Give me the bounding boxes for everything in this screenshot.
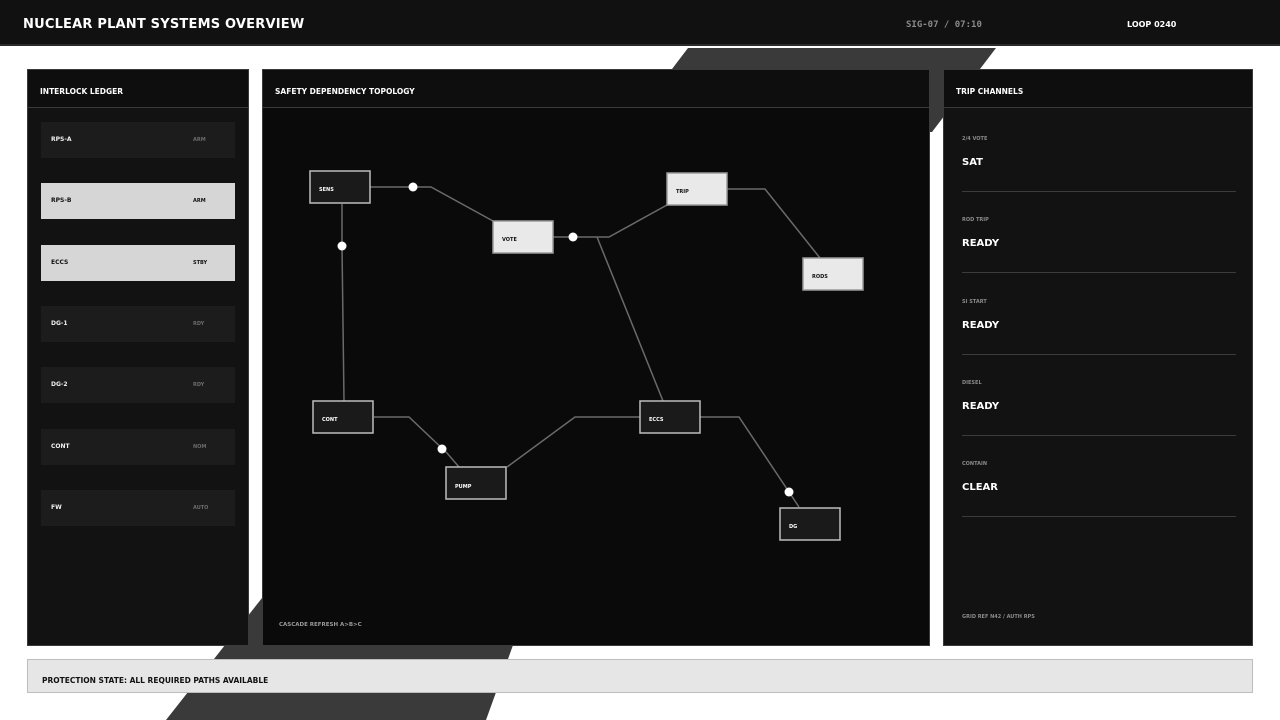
node-label: VOTE <box>502 237 517 243</box>
edge-sens-cont <box>341 204 345 402</box>
trip-channel-label: ROD TRIP <box>962 217 989 224</box>
edge-vote-eccs <box>596 236 664 402</box>
node-eccs[interactable]: ECCS <box>639 400 701 434</box>
cascade-refresh-label: CASCADE REFRESH A>B>C <box>279 622 362 628</box>
node-label: CONT <box>322 417 338 423</box>
trip-channel-row: SI START READY <box>962 295 1236 355</box>
edge-cont-pump <box>374 416 460 468</box>
ledger-item-name: ECCS <box>51 258 69 266</box>
edge-vote-trip <box>553 204 668 238</box>
ledger-item[interactable]: DG-2 RDY <box>41 367 235 404</box>
node-dg[interactable]: DG <box>779 507 841 541</box>
trip-channel-value: READY <box>962 319 1000 331</box>
topology-junctions <box>337 182 794 497</box>
node-trip[interactable]: TRIP <box>666 172 728 206</box>
node-rods[interactable]: RODS <box>802 257 864 291</box>
ledger-item-state: NOM <box>193 443 207 450</box>
app-title: NUCLEAR PLANT SYSTEMS OVERVIEW <box>23 17 305 32</box>
ledger-item-state: RDY <box>193 320 205 327</box>
node-label: SENS <box>319 187 334 193</box>
trip-channel-row: ROD TRIP READY <box>962 213 1236 274</box>
panel-title: TRIP CHANNELS <box>956 87 1024 96</box>
ledger-item-state: ARM <box>193 137 206 143</box>
ledger-item-state: ARM <box>193 198 206 205</box>
edge-eccs-dg <box>700 416 800 508</box>
trip-channel-row: DIESEL READY <box>962 376 1236 436</box>
trip-channel-label: CONTAIN <box>962 461 988 468</box>
ledger-item-name: DG-1 <box>51 319 68 327</box>
protection-status-bar: PROTECTION STATE: ALL REQUIRED PATHS AVA… <box>27 659 1253 693</box>
ledger-item[interactable]: CONT NOM <box>41 428 235 465</box>
ledger-item-state: RDY <box>193 382 205 389</box>
ledger-item-name: RPS-A <box>51 136 72 143</box>
trip-channel-label: DIESEL <box>962 379 982 386</box>
edge-pump-eccs <box>506 416 641 468</box>
ledger-item-state: STBY <box>193 259 208 266</box>
loop-id: LOOP 0240 <box>1127 20 1177 29</box>
trip-channel-value: READY <box>962 238 1000 250</box>
topology-panel: SAFETY DEPENDENCY TOPOLOGY SENS VOTE TRI… <box>262 69 930 646</box>
trip-channels-panel: TRIP CHANNELS 2/4 VOTE SAT ROD TRIP READY SI… <box>943 69 1253 646</box>
ledger-item-name: CONT <box>51 442 70 450</box>
signal-timestamp: SIG-07 / 07:10 <box>906 20 982 30</box>
ledger-item[interactable]: DG-1 RDY <box>41 305 235 342</box>
ledger-item-name: RPS-B <box>51 197 72 205</box>
ledger-item[interactable]: ECCS STBY <box>41 244 235 281</box>
ledger-item-state: AUTO <box>193 504 209 511</box>
protection-status-text: PROTECTION STATE: ALL REQUIRED PATHS AVA… <box>42 676 269 685</box>
panel-title: INTERLOCK LEDGER <box>40 87 124 96</box>
node-label: RODS <box>812 274 828 280</box>
junction-dot <box>568 232 578 242</box>
trip-channel-value: SAT <box>962 157 983 168</box>
trip-channel-value: CLEAR <box>962 482 998 494</box>
node-sens[interactable]: SENS <box>309 170 371 204</box>
node-label: DG <box>789 524 797 530</box>
topology-edges <box>341 186 821 508</box>
trip-channel-value: READY <box>962 400 1000 412</box>
panel-header: TRIP CHANNELS <box>944 70 1252 108</box>
edge-sens-vote <box>370 186 494 222</box>
topology-canvas: SENS VOTE TRIP RODS CONT PUMP ECCS DG CA… <box>263 108 929 645</box>
interlock-ledger-panel: INTERLOCK LEDGER RPS-A ARM RPS-B ARM ECCS STB… <box>27 69 249 646</box>
ledger-item[interactable]: RPS-A ARM <box>41 122 235 158</box>
node-pump[interactable]: PUMP <box>445 466 507 500</box>
node-label: TRIP <box>676 189 689 195</box>
app-header: NUCLEAR PLANT SYSTEMS OVERVIEW SIG-07 / … <box>0 0 1280 46</box>
trip-channel-row: CONTAIN CLEAR <box>962 457 1236 518</box>
junction-dot <box>337 241 347 251</box>
topology-graph: SENS VOTE TRIP RODS CONT PUMP ECCS DG <box>309 170 864 541</box>
junction-dot <box>784 487 794 497</box>
panel-header: INTERLOCK LEDGER <box>28 70 248 108</box>
grid-reference: GRID REF N42 / AUTH RPS <box>962 614 1035 620</box>
node-label: PUMP <box>455 484 472 490</box>
edge-trip-rods <box>727 188 821 259</box>
ledger-item[interactable]: RPS-B ARM <box>41 183 235 220</box>
ledger-item[interactable]: FW AUTO <box>41 489 235 526</box>
trip-channel-label: 2/4 VOTE <box>962 136 988 142</box>
node-vote[interactable]: VOTE <box>492 220 554 254</box>
junction-dot <box>437 444 447 454</box>
ledger-item-name: DG-2 <box>51 381 68 389</box>
trip-channel-row: 2/4 VOTE SAT <box>962 132 1236 192</box>
trip-channel-label: SI START <box>962 298 987 305</box>
panel-header: SAFETY DEPENDENCY TOPOLOGY <box>263 70 929 108</box>
node-label: ECCS <box>649 417 664 423</box>
ledger-item-name: FW <box>51 503 62 511</box>
junction-dot <box>408 182 418 192</box>
panel-title: SAFETY DEPENDENCY TOPOLOGY <box>275 87 415 96</box>
node-cont[interactable]: CONT <box>312 400 374 434</box>
